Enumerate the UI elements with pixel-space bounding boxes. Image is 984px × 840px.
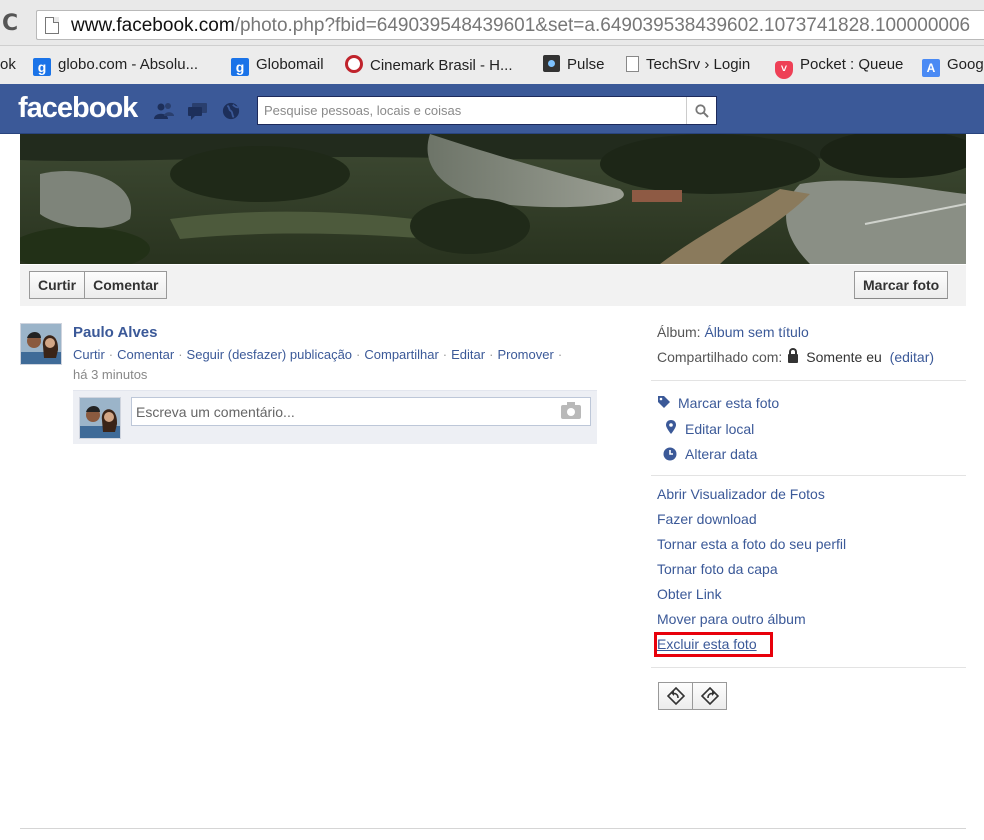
page-bottom-divider [20, 828, 966, 829]
album-info: Álbum: Álbum sem título [657, 324, 809, 340]
edit-privacy-link[interactable]: (editar) [890, 349, 934, 365]
google-translate-icon: A [922, 59, 940, 77]
make-cover-photo-link[interactable]: Tornar foto da capa [657, 561, 778, 577]
globo-g-icon: g [33, 58, 51, 76]
location-pin-icon [666, 420, 676, 434]
lock-icon [788, 348, 799, 363]
bookmark-cinemark[interactable]: Cinemark Brasil - H... [345, 55, 513, 75]
photo-image [20, 134, 966, 264]
facebook-logo[interactable]: facebook [18, 92, 138, 125]
camera-icon[interactable] [561, 402, 581, 419]
make-profile-picture-link[interactable]: Tornar esta a foto do seu perfil [657, 536, 846, 552]
facebook-top-bar: facebook [0, 84, 984, 134]
post-actions: Curtir · Comentar · Seguir (desfazer) public… [73, 347, 563, 362]
globo-g-icon: g [231, 58, 249, 76]
url-text: www.facebook.com/photo.php?fbid=64903954… [71, 15, 971, 36]
bookmarks-bar: ok g globo.com - Absolu... g Globomail Cin… [0, 46, 984, 84]
privacy-value: Somente eu [806, 349, 882, 365]
highlight-box [654, 632, 773, 657]
post-comment-link[interactable]: Comentar [117, 347, 174, 362]
search-icon [694, 103, 709, 118]
move-to-album-link[interactable]: Mover para outro álbum [657, 611, 806, 627]
search-button[interactable] [686, 97, 716, 124]
reload-icon[interactable]: C [0, 12, 26, 36]
cinemark-icon [345, 55, 363, 73]
rotate-left-icon [666, 687, 685, 705]
post-promote-link[interactable]: Promover [497, 347, 553, 362]
privacy-info: Compartilhado com: Somente eu (editar) [657, 348, 934, 365]
edit-location-link[interactable]: Editar local [685, 421, 754, 437]
post-edit-link[interactable]: Editar [451, 347, 485, 362]
comment-button[interactable]: Comentar [84, 272, 166, 298]
sidebar-divider [651, 380, 966, 381]
rotate-left-button[interactable] [658, 682, 693, 710]
page-icon [626, 56, 639, 72]
like-comment-button-group: Curtir Comentar [29, 271, 168, 299]
open-photo-viewer-link[interactable]: Abrir Visualizador de Fotos [657, 486, 825, 502]
search-box [257, 96, 717, 125]
post-share-link[interactable]: Compartilhar [364, 347, 438, 362]
album-link[interactable]: Álbum sem título [704, 324, 808, 340]
friend-requests-icon[interactable] [154, 102, 174, 120]
post-timestamp[interactable]: há 3 minutos [73, 367, 147, 382]
rotate-right-icon [700, 687, 719, 705]
post-like-link[interactable]: Curtir [73, 347, 105, 362]
rotate-right-button[interactable] [692, 682, 727, 710]
comment-input[interactable] [132, 398, 552, 425]
get-link-link[interactable]: Obter Link [657, 586, 722, 602]
browser-address-bar: C www.facebook.com/photo.php?fbid=649039… [0, 0, 984, 46]
bookmark-techsrv[interactable]: TechSrv › Login [626, 55, 750, 75]
sidebar-divider [651, 667, 966, 668]
tag-photo-button[interactable]: Marcar foto [854, 271, 949, 299]
bookmark-google-translate[interactable]: A Goog [922, 55, 984, 77]
page-icon [45, 17, 59, 34]
tag-this-photo-link[interactable]: Marcar esta foto [678, 395, 779, 411]
like-button[interactable]: Curtir [30, 272, 84, 298]
bookmark-globomail[interactable]: g Globomail [231, 55, 324, 76]
shared-with-label: Compartilhado com: [657, 349, 783, 365]
messages-icon[interactable] [188, 102, 208, 120]
post-follow-link[interactable]: Seguir (desfazer) publicação [187, 347, 352, 362]
bookmark-item[interactable]: ok [0, 55, 16, 75]
photo-action-bar: Curtir Comentar Marcar foto [20, 265, 966, 306]
clock-icon [663, 447, 677, 461]
pulse-icon [543, 55, 560, 72]
bookmark-pocket[interactable]: ˅ Pocket : Queue [775, 55, 903, 79]
notifications-globe-icon[interactable] [221, 102, 241, 120]
download-link[interactable]: Fazer download [657, 511, 757, 527]
comment-field [131, 397, 591, 426]
commenter-avatar [79, 397, 121, 439]
bookmark-globo[interactable]: g globo.com - Absolu... [33, 55, 198, 76]
avatar[interactable] [20, 323, 62, 365]
tag-icon [658, 396, 670, 408]
post-author-name[interactable]: Paulo Alves [73, 324, 157, 341]
url-field[interactable]: www.facebook.com/photo.php?fbid=64903954… [36, 10, 984, 40]
album-label: Álbum: [657, 324, 701, 340]
change-date-link[interactable]: Alterar data [685, 446, 757, 462]
sidebar-divider [651, 475, 966, 476]
search-input[interactable] [258, 97, 686, 124]
bookmark-pulse[interactable]: Pulse [543, 55, 605, 75]
pocket-icon: ˅ [775, 61, 793, 79]
